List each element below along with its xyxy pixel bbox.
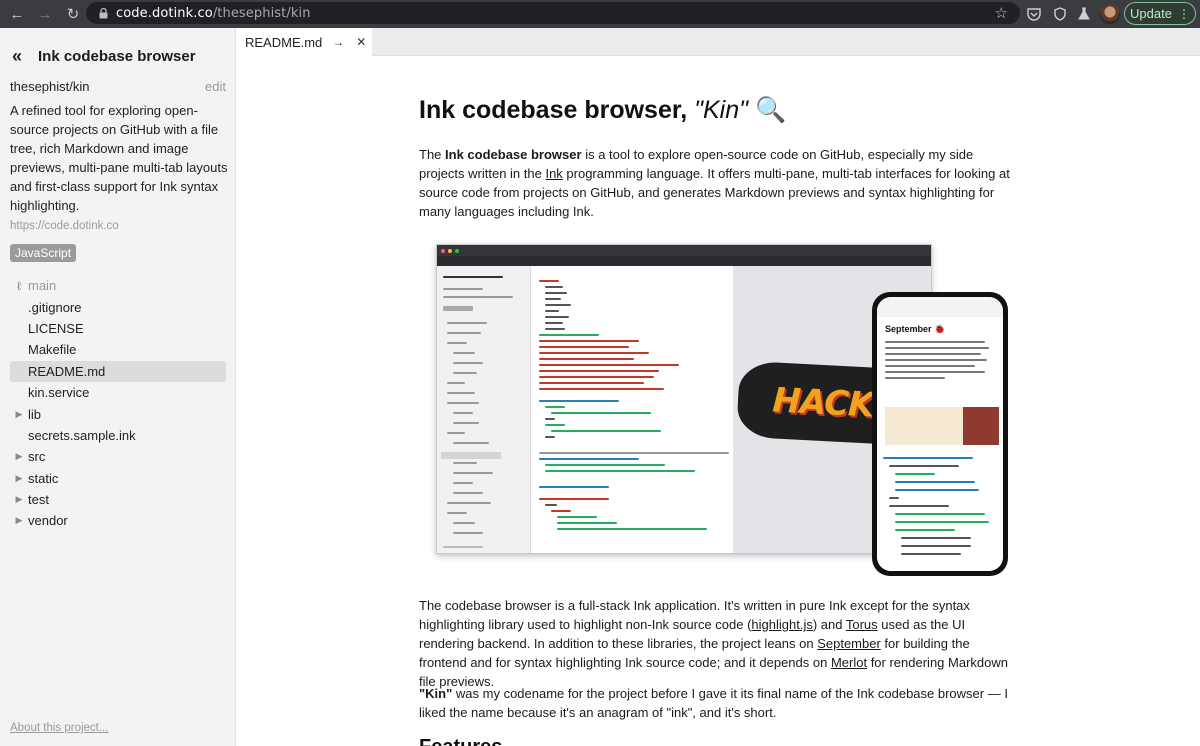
triangle-right-icon: ▶: [15, 451, 23, 462]
pocket-icon[interactable]: [1024, 4, 1044, 24]
intro-paragraph: The Ink codebase browser is a tool to ex…: [419, 147, 1010, 219]
tree-item-label: lib: [28, 406, 42, 422]
ink-link[interactable]: Ink: [545, 166, 562, 181]
arrow-right-icon[interactable]: →: [332, 35, 344, 49]
tree-item-license[interactable]: LICENSE: [10, 318, 226, 339]
tree-item-label: vendor: [28, 513, 68, 529]
branch-name: main: [28, 278, 57, 294]
triangle-right-icon: ▶: [15, 472, 23, 483]
tree-folder-vendor[interactable]: ▶ vendor: [10, 510, 226, 531]
close-icon[interactable]: ✕: [356, 35, 366, 49]
more-vertical-icon: ⋮: [1177, 6, 1190, 21]
tree-item-label: kin.service: [28, 385, 90, 401]
sidebar-title: Ink codebase browser: [38, 48, 196, 65]
repo-website-link[interactable]: https://code.dotink.co: [10, 220, 119, 232]
tab-readme[interactable]: README.md → ✕: [236, 28, 372, 56]
phone-title: September 🐞: [885, 324, 946, 334]
page-title: Ink codebase browser, "Kin" 🔍: [419, 96, 786, 125]
title-text: Ink codebase browser,: [419, 96, 695, 124]
merlot-link[interactable]: Merlot: [831, 655, 867, 670]
tree-folder-test[interactable]: ▶ test: [10, 489, 226, 510]
stack-paragraph: The codebase browser is a full-stack Ink…: [419, 598, 1008, 689]
repo-name[interactable]: thesephist/kin: [10, 79, 90, 94]
edit-link[interactable]: edit: [205, 79, 226, 94]
lock-icon: [96, 6, 110, 20]
double-chevron-left-icon[interactable]: «: [12, 46, 32, 67]
repo-line: thesephist/kin edit: [10, 79, 226, 94]
update-button[interactable]: Update ⋮: [1124, 2, 1196, 25]
tree-item-label: static: [28, 470, 59, 486]
tree-folder-static[interactable]: ▶ static: [10, 468, 226, 489]
sidebar-header: « Ink codebase browser: [12, 46, 196, 67]
reload-icon[interactable]: ↻: [62, 3, 84, 25]
about-project-link[interactable]: About this project...: [10, 722, 108, 734]
preview-pane: Ink codebase browser, "Kin" 🔍 The Ink co…: [236, 56, 1200, 746]
tab-bar: README.md → ✕: [236, 28, 1200, 56]
tree-item-label: LICENSE: [28, 320, 84, 336]
avatar[interactable]: [1100, 4, 1120, 24]
tree-item-gitignore[interactable]: .gitignore: [10, 296, 226, 317]
url-text: code.dotink.co/thesephist/kin: [116, 5, 311, 21]
file-tree: ℓ main .gitignore LICENSE Makefile READM…: [10, 275, 226, 532]
tree-item-label: README.md: [28, 363, 106, 379]
tree-item-makefile[interactable]: Makefile: [10, 339, 226, 360]
tree-folder-src[interactable]: ▶ src: [10, 446, 226, 467]
phone-mockup: September 🐞: [872, 292, 1008, 576]
triangle-right-icon: ▶: [15, 408, 23, 419]
browser-toolbar: ← → ↻ code.dotink.co/thesephist/kin ☆ Up…: [0, 0, 1200, 28]
september-link[interactable]: September: [817, 636, 881, 651]
triangle-right-icon: ▶: [15, 515, 23, 526]
address-bar[interactable]: code.dotink.co/thesephist/kin ☆: [86, 2, 1020, 24]
readme-screenshot-image: HACK September 🐞: [436, 242, 1016, 578]
torus-link[interactable]: Torus: [846, 617, 878, 632]
title-italic: "Kin": [694, 96, 749, 124]
sticker-text: HACK: [771, 380, 875, 426]
tree-folder-lib[interactable]: ▶ lib: [10, 403, 226, 424]
branch-selector[interactable]: ℓ main: [10, 275, 226, 296]
star-icon[interactable]: ☆: [995, 4, 1008, 22]
triangle-right-icon: ▶: [15, 494, 23, 505]
shield-icon[interactable]: [1050, 4, 1070, 24]
sidebar: « Ink codebase browser thesephist/kin ed…: [0, 28, 236, 746]
tree-item-readme[interactable]: README.md: [10, 360, 226, 382]
highlightjs-link[interactable]: highlight.js: [751, 617, 812, 632]
arrow-right-icon[interactable]: →: [34, 3, 56, 25]
arrow-left-icon[interactable]: ←: [6, 3, 28, 25]
features-heading: Features: [419, 736, 502, 746]
git-branch-icon: ℓ: [17, 278, 21, 293]
tree-item-label: src: [28, 449, 46, 465]
tree-item-label: .gitignore: [28, 299, 82, 315]
repo-description: A refined tool for exploring open-source…: [10, 103, 228, 213]
tree-item-label: Makefile: [28, 342, 77, 358]
tree-item-kin-service[interactable]: kin.service: [10, 382, 226, 403]
magnifying-glass-icon: 🔍: [754, 96, 787, 124]
flask-icon[interactable]: [1074, 4, 1094, 24]
update-label: Update: [1130, 6, 1172, 21]
tree-item-label: test: [28, 492, 49, 508]
tree-item-secrets[interactable]: secrets.sample.ink: [10, 425, 226, 446]
tree-item-label: secrets.sample.ink: [28, 427, 136, 443]
language-badge: JavaScript: [10, 244, 77, 262]
kin-paragraph: "Kin" was my codename for the project be…: [419, 686, 1008, 720]
tab-label: README.md: [245, 34, 323, 50]
